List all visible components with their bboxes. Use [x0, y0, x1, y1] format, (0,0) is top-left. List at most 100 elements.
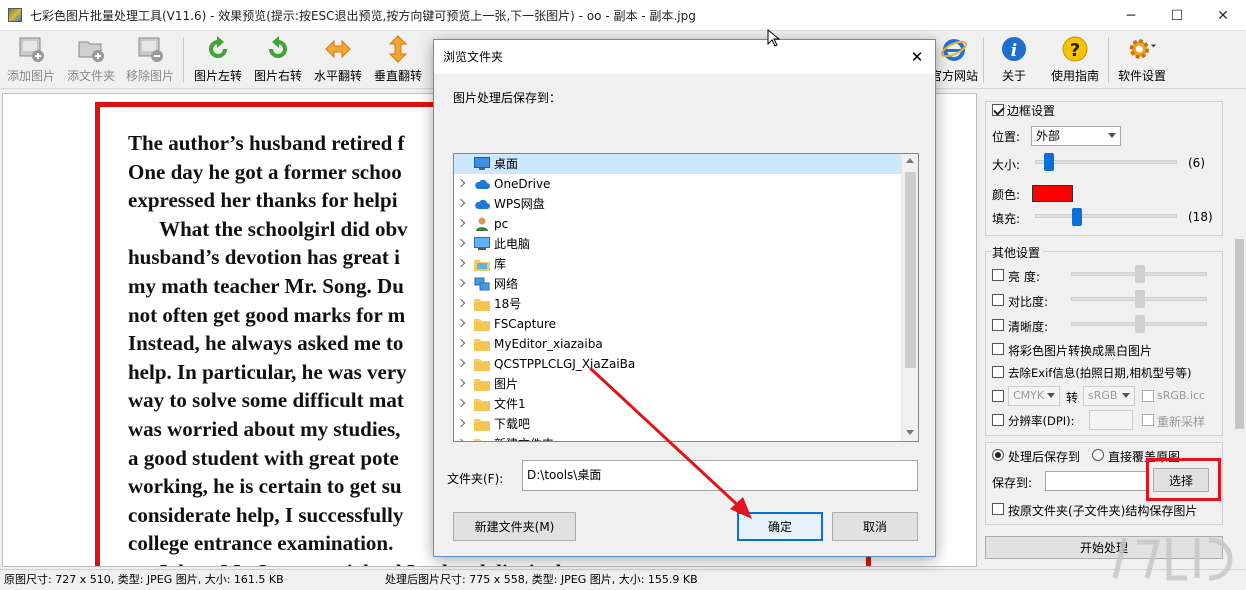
tree-item-label: MyEditor_xiazaiba	[494, 337, 603, 351]
brightness-slider[interactable]	[1135, 265, 1145, 283]
overwrite-radio[interactable]	[1092, 449, 1104, 461]
flip-vertical-button[interactable]: 垂直翻转	[372, 34, 424, 88]
add-folder-label: 添文件夹	[66, 69, 115, 83]
folder-tree[interactable]: 桌面 OneDrive WPS网盘 pc 此电脑库网络 18号 FSCapture MyEdi…	[453, 153, 919, 442]
chevron-right-icon[interactable]	[456, 298, 466, 308]
colorspace-from-select[interactable]: CMYK	[1008, 386, 1060, 406]
chevron-right-icon[interactable]	[456, 378, 466, 388]
tree-item[interactable]: 桌面	[454, 154, 902, 174]
tree-item[interactable]: OneDrive	[454, 174, 902, 194]
border-settings-checkbox[interactable]	[992, 104, 1004, 116]
close-button[interactable]: ✕	[1200, 0, 1246, 31]
about-button[interactable]: i 关于	[990, 34, 1038, 88]
tree-item-label: 此电脑	[494, 237, 531, 251]
choose-button[interactable]: 选择	[1153, 468, 1209, 492]
chevron-right-icon[interactable]	[456, 358, 466, 368]
guide-label: 使用指南	[1050, 69, 1099, 83]
dpi-checkbox[interactable]	[992, 414, 1004, 426]
chevron-right-icon[interactable]	[456, 258, 466, 268]
scroll-up-icon[interactable]	[906, 158, 914, 163]
flip-horizontal-button[interactable]: 水平翻转	[312, 34, 364, 88]
grayscale-checkbox[interactable]	[992, 343, 1004, 355]
folder-field[interactable]: D:\tools\桌面	[522, 460, 918, 491]
rotate-right-icon	[263, 34, 293, 64]
dpi-input[interactable]	[1089, 410, 1133, 430]
tree-item[interactable]: 新建文件夹	[454, 434, 902, 441]
chevron-right-icon[interactable]	[456, 178, 466, 188]
remove-exif-checkbox[interactable]	[992, 366, 1004, 378]
keep-structure-checkbox[interactable]	[992, 503, 1004, 515]
tree-item[interactable]: 网络	[454, 274, 902, 294]
remove-image-button[interactable]: 移除图片	[124, 34, 176, 88]
folder-icon	[474, 337, 490, 351]
about-label: 关于	[1001, 69, 1026, 83]
tree-item[interactable]: 库	[454, 254, 902, 274]
minimize-button[interactable]: ─	[1108, 0, 1154, 31]
maximize-button[interactable]: ☐	[1154, 0, 1200, 31]
tree-scrollbar[interactable]	[901, 154, 918, 441]
title-bar: 七彩色图片批量处理工具(V11.6) - 效果预览(提示:按ESC退出预览,按方…	[0, 0, 1246, 31]
icc-checkbox[interactable]	[1142, 390, 1154, 402]
resample-checkbox[interactable]	[1142, 414, 1154, 426]
tree-item[interactable]: MyEditor_xiazaiba	[454, 334, 902, 354]
chevron-right-icon[interactable]	[456, 238, 466, 248]
sharpness-checkbox[interactable]	[992, 319, 1004, 331]
tree-item[interactable]: QCSTPPLCLGJ_XiaZaiBa	[454, 354, 902, 374]
scroll-down-icon[interactable]	[906, 430, 914, 435]
chevron-right-icon[interactable]	[456, 278, 466, 288]
tree-item[interactable]: WPS网盘	[454, 194, 902, 214]
tree-item[interactable]: FSCapture	[454, 314, 902, 334]
chevron-right-icon[interactable]	[456, 218, 466, 228]
padding-slider[interactable]	[1072, 208, 1082, 226]
panel-scrollbar[interactable]	[1233, 93, 1246, 567]
chevron-right-icon[interactable]	[456, 338, 466, 348]
folder-icon	[474, 357, 490, 371]
padding-slider-track	[1035, 214, 1177, 218]
tree-item[interactable]: 图片	[454, 374, 902, 394]
contrast-checkbox[interactable]	[992, 294, 1004, 306]
colorspace-checkbox[interactable]	[992, 390, 1004, 402]
flip-horizontal-icon	[323, 34, 353, 64]
brightness-checkbox[interactable]	[992, 269, 1004, 281]
original-info: 原图尺寸: 727 x 510, 类型: JPEG 图片, 大小: 161.5 …	[4, 573, 284, 586]
cloud-icon	[474, 197, 490, 211]
chevron-right-icon[interactable]	[456, 318, 466, 328]
border-color-swatch[interactable]	[1032, 185, 1073, 202]
start-processing-button[interactable]: 开始处理	[985, 536, 1223, 559]
save-to-input[interactable]	[1045, 471, 1149, 491]
add-image-button[interactable]: 添加图片	[5, 34, 57, 88]
chevron-right-icon[interactable]	[456, 418, 466, 428]
tree-item[interactable]: 18号	[454, 294, 902, 314]
sharpness-slider[interactable]	[1135, 315, 1145, 333]
tree-scrollbar-thumb[interactable]	[905, 172, 916, 368]
save-after-radio[interactable]	[992, 449, 1004, 461]
ok-button[interactable]: 确定	[737, 512, 823, 541]
tree-item[interactable]: 下载吧	[454, 414, 902, 434]
toolbar-separator	[1108, 37, 1109, 83]
settings-button[interactable]: 软件设置	[1114, 34, 1170, 88]
dialog-close-button[interactable]: ✕	[899, 40, 935, 74]
chevron-right-icon[interactable]	[456, 398, 466, 408]
cancel-button[interactable]: 取消	[832, 512, 918, 541]
colorspace-to-select[interactable]: sRGB	[1083, 386, 1135, 406]
folder-field-value: D:\tools\桌面	[527, 468, 602, 482]
tree-item[interactable]: 此电脑	[454, 234, 902, 254]
tree-item[interactable]: pc	[454, 214, 902, 234]
dpi-label: 分辨率(DPI):	[1008, 414, 1075, 428]
rotate-right-button[interactable]: 图片右转	[252, 34, 304, 88]
size-slider[interactable]	[1044, 153, 1054, 171]
chevron-right-icon[interactable]	[456, 438, 466, 441]
rotate-left-button[interactable]: 图片左转	[192, 34, 244, 88]
app-icon	[8, 8, 22, 22]
contrast-slider[interactable]	[1135, 290, 1145, 308]
tree-item[interactable]: 文件1	[454, 394, 902, 414]
new-folder-button[interactable]: 新建文件夹(M)	[453, 512, 576, 541]
position-select[interactable]: 外部	[1031, 126, 1121, 146]
folder-icon	[474, 397, 490, 411]
add-folder-button[interactable]: 添文件夹	[65, 34, 117, 88]
panel-scrollbar-thumb[interactable]	[1235, 239, 1244, 429]
guide-button[interactable]: ? 使用指南	[1046, 34, 1104, 88]
chevron-right-icon[interactable]	[456, 198, 466, 208]
tree-item-label: 文件1	[494, 397, 526, 411]
resample-label: 重新采样	[1157, 415, 1206, 429]
